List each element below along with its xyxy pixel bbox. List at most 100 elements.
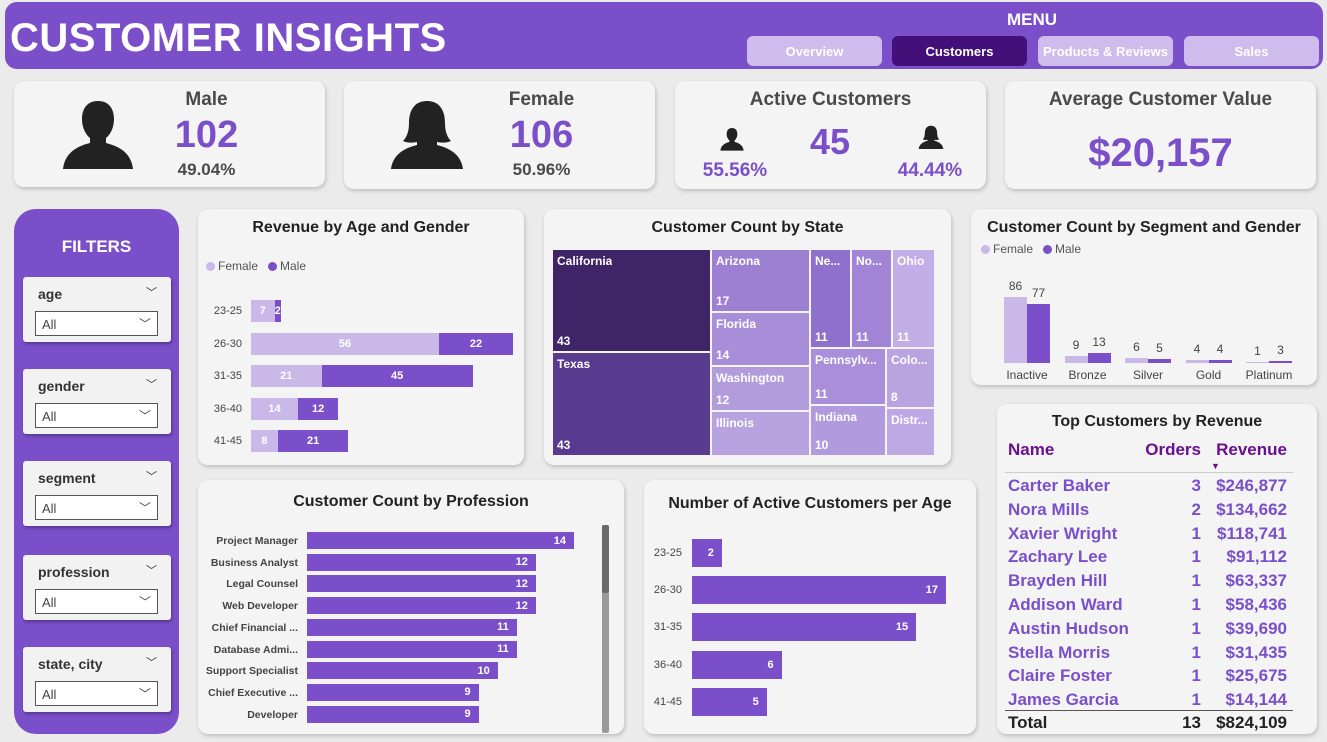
scrollbar-thumb[interactable] — [602, 525, 609, 593]
treemap-tile: Washington 12 — [711, 366, 810, 411]
treemap-tile: California 43 — [552, 249, 711, 352]
column-header-revenue[interactable]: Revenue — [1205, 440, 1287, 460]
male-percent: 49.04% — [177, 160, 236, 179]
customer-name-cell: Carter Baker — [1008, 476, 1111, 495]
treemap-state-label: Ohio — [897, 254, 925, 268]
female-bar: 56 — [251, 332, 440, 355]
age-gender-plot: 23-25 7 2 26-30 56 22 31-35 21 45 36-40 14 12 41-45 8… — [198, 209, 524, 465]
total-label: Total — [1008, 713, 1048, 732]
active-age-bar: 2 — [692, 539, 722, 567]
segment-slicer: segment ﹀ All ﹀ — [23, 461, 171, 526]
active-age-bar: 5 — [692, 687, 767, 716]
slicer-label: gender — [38, 378, 85, 394]
profession-bar: 11 — [307, 618, 517, 636]
customer-name-cell: Austin Hudson — [1008, 618, 1129, 638]
chevron-down-icon: ﹀ — [138, 317, 151, 331]
filters-panel: FILTERS age ﹀ All ﹀ gender ﹀ All ﹀ segment… — [14, 209, 179, 734]
top-customers-table: Top Customers by Revenue Name Orders Reven… — [997, 404, 1317, 734]
male-small-icon — [720, 128, 744, 151]
treemap-tile: Distr... — [886, 408, 935, 456]
female-label: Female — [508, 89, 575, 110]
active-age-bar: 6 — [692, 650, 782, 679]
customer-orders-cell: 1 — [1191, 690, 1201, 710]
female-silhouette-icon — [391, 101, 463, 169]
active-age-bar: 17 — [692, 576, 946, 605]
male-kpi-card: Male 102 49.04% — [14, 81, 325, 187]
average-customer-value-card: Average Customer Value $20,157 — [1005, 81, 1316, 189]
chevron-down-icon[interactable]: ﹀ — [146, 284, 157, 300]
treemap-state-label: Arizona — [716, 254, 761, 268]
treemap-state-label: Colo... — [891, 353, 928, 367]
customer-orders-cell: 1 — [1191, 571, 1201, 591]
gender-slicer: gender ﹀ All ﹀ — [23, 369, 171, 434]
male-silhouette-icon — [63, 101, 133, 169]
chevron-down-icon[interactable]: ﹀ — [146, 562, 157, 578]
male-count: 102 — [174, 114, 239, 156]
column-data-label: 5 — [1156, 341, 1163, 356]
female-column — [1064, 356, 1088, 363]
chevron-down-icon[interactable]: ﹀ — [146, 654, 157, 670]
menu-overview-button[interactable]: Overview — [747, 36, 882, 66]
treemap-state-label: Illinois — [716, 416, 755, 430]
customer-revenue-cell: $63,337 — [1225, 571, 1287, 591]
segment-axis-label: Gold — [1195, 368, 1222, 382]
slicer-label: state, city — [38, 656, 103, 672]
profession-bar: 14 — [307, 532, 574, 549]
age-dropdown[interactable]: All ﹀ — [35, 311, 158, 336]
female-bar: 7 — [251, 300, 275, 322]
female-bar: 21 — [251, 365, 322, 387]
treemap-state-value: 43 — [557, 438, 571, 452]
profession-dropdown[interactable]: All ﹀ — [35, 589, 158, 614]
active-age-plot: 23-25 2 26-30 17 31-35 15 36-40 6 41-45 5 — [644, 480, 976, 734]
male-bar: 12 — [298, 397, 339, 420]
column-data-label: 77 — [1031, 285, 1046, 300]
total-revenue: $824,109 — [1216, 713, 1287, 732]
customer-name-cell: Brayden Hill — [1008, 571, 1108, 591]
treemap-tile: Illinois — [711, 411, 810, 456]
treemap-state-label: California — [557, 254, 613, 268]
customer-name-cell: Xavier Wright — [1008, 523, 1118, 543]
customer-revenue-cell: $91,112 — [1226, 547, 1287, 567]
menu-products-reviews-button[interactable]: Products & Reviews — [1038, 36, 1173, 66]
slicer-label: profession — [38, 564, 110, 580]
chevron-down-icon[interactable]: ﹀ — [146, 376, 157, 392]
treemap-state-label: Distr... — [891, 413, 928, 427]
treemap-state-value: 11 — [856, 330, 869, 344]
customer-revenue-cell: $134,662 — [1216, 499, 1287, 519]
customer-orders-cell: 2 — [1191, 499, 1201, 519]
customer-orders-cell: 1 — [1191, 547, 1201, 567]
sort-desc-icon[interactable]: ▼ — [1211, 461, 1220, 471]
column-data-label: 4 — [1216, 341, 1224, 356]
active-customers-per-age-chart: Number of Active Customers per Age 23-25… — [644, 480, 976, 734]
customer-revenue-cell: $31,435 — [1225, 642, 1287, 662]
segment-axis-label: Silver — [1132, 368, 1163, 382]
segment-axis-label: Platinum — [1245, 368, 1293, 382]
male-column — [1208, 359, 1232, 363]
segment-axis-label: Inactive — [1006, 368, 1048, 382]
customer-orders-cell: 1 — [1191, 642, 1201, 662]
customer-orders-cell: 1 — [1191, 523, 1201, 543]
customer-revenue-cell: $118,741 — [1217, 523, 1287, 543]
customer-orders-cell: 3 — [1191, 476, 1201, 495]
customer-count-by-state-chart: Customer Count by State California 43 Texa… — [544, 209, 951, 465]
profession-axis-label: Support Specialist — [205, 665, 298, 678]
gender-dropdown[interactable]: All ﹀ — [35, 403, 158, 428]
column-header-name[interactable]: Name — [1008, 440, 1054, 460]
female-bar: 14 — [251, 397, 299, 420]
state-city-dropdown[interactable]: All ﹀ — [35, 681, 158, 706]
age-axis-label: 31-35 — [213, 370, 242, 382]
age-slicer: age ﹀ All ﹀ — [23, 277, 171, 342]
female-column — [1246, 362, 1269, 363]
menu-customers-button[interactable]: Customers — [892, 36, 1027, 66]
customer-name-cell: Nora Mills — [1008, 499, 1090, 519]
profession-axis-label: Legal Counsel — [226, 578, 298, 591]
column-header-orders[interactable]: Orders — [1117, 440, 1201, 460]
segment-dropdown[interactable]: All ﹀ — [35, 495, 158, 520]
profession-axis-label: Chief Financial ... — [211, 621, 298, 634]
treemap-state-value: 17 — [716, 294, 730, 308]
chevron-down-icon[interactable]: ﹀ — [146, 468, 157, 484]
average-customer-value-label: Average Customer Value — [1048, 89, 1273, 110]
profession-axis-label: Web Developer — [222, 600, 298, 613]
menu-sales-button[interactable]: Sales — [1184, 36, 1319, 66]
column-data-label: 4 — [1193, 341, 1201, 356]
